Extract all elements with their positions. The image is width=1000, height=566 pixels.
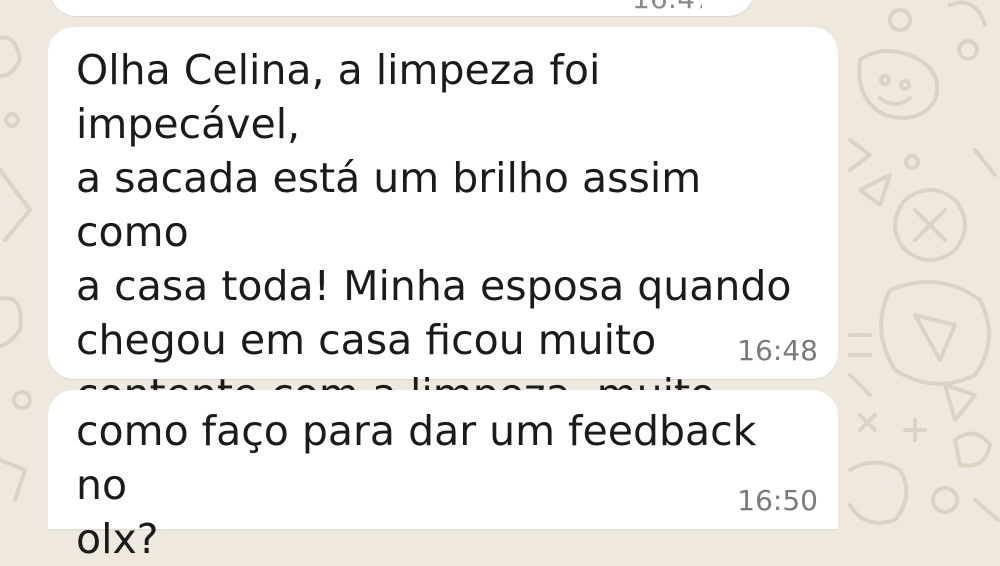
- message-text: como faço para dar um feedback no olx?: [76, 407, 757, 563]
- message-time: 16:48: [737, 334, 818, 367]
- message-bubble[interactable]: Olha Celina, a limpeza foi impecável, a …: [48, 27, 838, 472]
- previous-message-bubble[interactable]: 16:47: [50, 0, 754, 16]
- message-time: 16:50: [737, 484, 818, 517]
- previous-message-time-clip: 16:47: [632, 0, 702, 14]
- message-bubble[interactable]: como faço para dar um feedback no olx? 1…: [48, 390, 838, 563]
- previous-message-time: 16:47: [632, 0, 702, 14]
